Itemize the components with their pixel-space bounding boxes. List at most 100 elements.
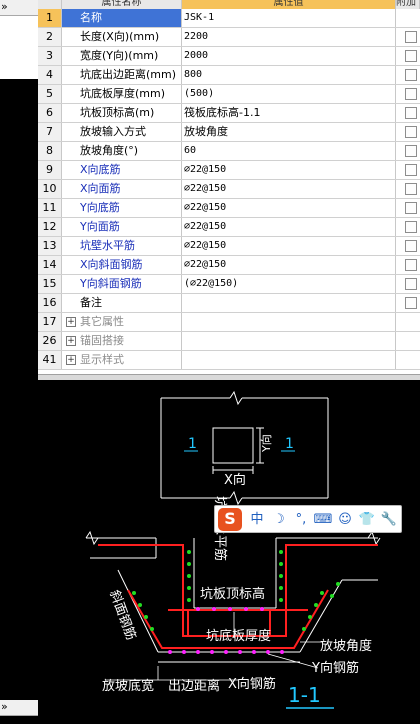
- extra-checkbox[interactable]: [405, 259, 417, 271]
- label-bottom-thickness: 坑底板厚度: [206, 628, 271, 644]
- label-pit-top-elevation: 坑板顶标高: [200, 586, 265, 602]
- ime-punctuation-icon[interactable]: °,: [291, 510, 311, 530]
- property-row[interactable]: 8 放坡角度(°) 60: [38, 142, 420, 161]
- property-name: X向底筋: [62, 161, 182, 179]
- property-group-name[interactable]: + 锚固搭接: [62, 332, 182, 350]
- property-name-text: 锚固搭接: [80, 334, 124, 347]
- property-value[interactable]: (⌀22@150): [182, 275, 396, 293]
- ime-logo-icon[interactable]: S: [218, 508, 242, 531]
- row-number: 14: [38, 256, 62, 274]
- property-value[interactable]: 筏板底标高-1.1: [182, 104, 396, 122]
- property-row[interactable]: 16 备注: [38, 294, 420, 313]
- property-row[interactable]: 7 放坡输入方式 放坡角度: [38, 123, 420, 142]
- extra-checkbox[interactable]: [405, 107, 417, 119]
- left-dock-strip: » »: [0, 0, 38, 724]
- ime-mode-toggle[interactable]: 中: [247, 510, 267, 530]
- property-name-text: 坑底出边距离(mm): [80, 68, 177, 81]
- property-value[interactable]: [182, 332, 396, 350]
- property-row[interactable]: 3 宽度(Y向)(mm) 2000: [38, 47, 420, 66]
- property-value[interactable]: ⌀22@150: [182, 199, 396, 217]
- property-name: Y向面筋: [62, 218, 182, 236]
- header-property-name[interactable]: 属性名称: [62, 0, 182, 9]
- property-row[interactable]: 17 + 其它属性: [38, 313, 420, 332]
- property-name: 坑底出边距离(mm): [62, 66, 182, 84]
- extra-checkbox[interactable]: [405, 69, 417, 81]
- property-value[interactable]: 2200: [182, 28, 396, 46]
- property-row[interactable]: 2 长度(X向)(mm) 2200: [38, 28, 420, 47]
- property-value[interactable]: [182, 294, 396, 312]
- property-value[interactable]: ⌀22@150: [182, 161, 396, 179]
- property-value[interactable]: JSK-1: [182, 9, 396, 27]
- property-row[interactable]: 10 X向面筋 ⌀22@150: [38, 180, 420, 199]
- extra-checkbox[interactable]: [405, 297, 417, 309]
- plan-view: X向 Y向 1 1: [160, 390, 329, 506]
- property-value[interactable]: 放坡角度: [182, 123, 396, 141]
- plan-x-label: X向: [224, 472, 246, 488]
- row-number: 4: [38, 66, 62, 84]
- property-value[interactable]: ⌀22@150: [182, 237, 396, 255]
- property-value[interactable]: 2000: [182, 47, 396, 65]
- row-number: 8: [38, 142, 62, 160]
- ime-toolbar[interactable]: S 中 ☽ °, ⌨ ☺ 👕 🔧: [214, 505, 402, 533]
- property-row[interactable]: 4 坑底出边距离(mm) 800: [38, 66, 420, 85]
- extra-checkbox[interactable]: [405, 50, 417, 62]
- property-row[interactable]: 11 Y向底筋 ⌀22@150: [38, 199, 420, 218]
- row-number: 12: [38, 218, 62, 236]
- extra-checkbox[interactable]: [405, 183, 417, 195]
- property-row[interactable]: 41 + 显示样式: [38, 351, 420, 370]
- section-mark-left: 1: [188, 436, 197, 452]
- ime-skin-icon[interactable]: 👕: [357, 510, 377, 530]
- header-property-value[interactable]: 属性值: [182, 0, 396, 9]
- property-name-text: X向面筋: [80, 182, 121, 195]
- property-value[interactable]: [182, 313, 396, 331]
- property-value[interactable]: ⌀22@150: [182, 180, 396, 198]
- ime-keyboard-icon[interactable]: ⌨: [313, 510, 333, 530]
- property-name-text: 其它属性: [80, 315, 124, 328]
- extra-checkbox[interactable]: [405, 88, 417, 100]
- extra-checkbox[interactable]: [405, 164, 417, 176]
- property-name-text: 坑壁水平筋: [80, 239, 135, 252]
- label-slope-angle: 放坡角度: [320, 638, 372, 654]
- property-value[interactable]: ⌀22@150: [182, 218, 396, 236]
- property-value[interactable]: [182, 351, 396, 369]
- expand-group-icon[interactable]: +: [66, 336, 76, 346]
- section-mark-right: 1: [285, 436, 294, 452]
- extra-checkbox[interactable]: [405, 278, 417, 290]
- property-name: Y向底筋: [62, 199, 182, 217]
- label-x-rebar: X向钢筋: [228, 676, 276, 692]
- extra-checkbox[interactable]: [405, 240, 417, 252]
- property-value[interactable]: ⌀22@150: [182, 256, 396, 274]
- property-row[interactable]: 13 坑壁水平筋 ⌀22@150: [38, 237, 420, 256]
- pit-diagram: X向 Y向 1 1 坑板顶标高 坑底板厚度 放坡角度 Y向钢筋 X向钢筋 放坡底…: [85, 390, 381, 709]
- header-extra[interactable]: 附加: [396, 0, 420, 9]
- ime-user-icon[interactable]: ☺: [335, 510, 355, 530]
- extra-checkbox[interactable]: [405, 145, 417, 157]
- expand-panel-button-bottom[interactable]: »: [0, 700, 38, 716]
- property-group-name[interactable]: + 显示样式: [62, 351, 182, 369]
- property-row[interactable]: 14 X向斜面钢筋 ⌀22@150: [38, 256, 420, 275]
- property-name-text: 宽度(Y向)(mm): [80, 49, 159, 62]
- extra-checkbox[interactable]: [405, 31, 417, 43]
- ime-fullwidth-icon[interactable]: ☽: [269, 510, 289, 530]
- property-row[interactable]: 1 名称 JSK-1: [38, 9, 420, 28]
- property-group-name[interactable]: + 其它属性: [62, 313, 182, 331]
- property-name: X向斜面钢筋: [62, 256, 182, 274]
- ime-settings-icon[interactable]: 🔧: [379, 510, 399, 530]
- row-number: 3: [38, 47, 62, 65]
- expand-group-icon[interactable]: +: [66, 355, 76, 365]
- property-row[interactable]: 5 坑底板厚度(mm) (500): [38, 85, 420, 104]
- property-row[interactable]: 6 坑板顶标高(m) 筏板底标高-1.1: [38, 104, 420, 123]
- property-value[interactable]: 800: [182, 66, 396, 84]
- property-value[interactable]: 60: [182, 142, 396, 160]
- property-row[interactable]: 9 X向底筋 ⌀22@150: [38, 161, 420, 180]
- extra-checkbox[interactable]: [405, 221, 417, 233]
- property-name-text: 坑底板厚度(mm): [80, 87, 166, 100]
- extra-checkbox[interactable]: [405, 202, 417, 214]
- property-row[interactable]: 15 Y向斜面钢筋 (⌀22@150): [38, 275, 420, 294]
- expand-panel-button-top[interactable]: »: [0, 0, 38, 16]
- extra-checkbox[interactable]: [405, 126, 417, 138]
- expand-group-icon[interactable]: +: [66, 317, 76, 327]
- property-value[interactable]: (500): [182, 85, 396, 103]
- property-row[interactable]: 12 Y向面筋 ⌀22@150: [38, 218, 420, 237]
- property-row[interactable]: 26 + 锚固搭接: [38, 332, 420, 351]
